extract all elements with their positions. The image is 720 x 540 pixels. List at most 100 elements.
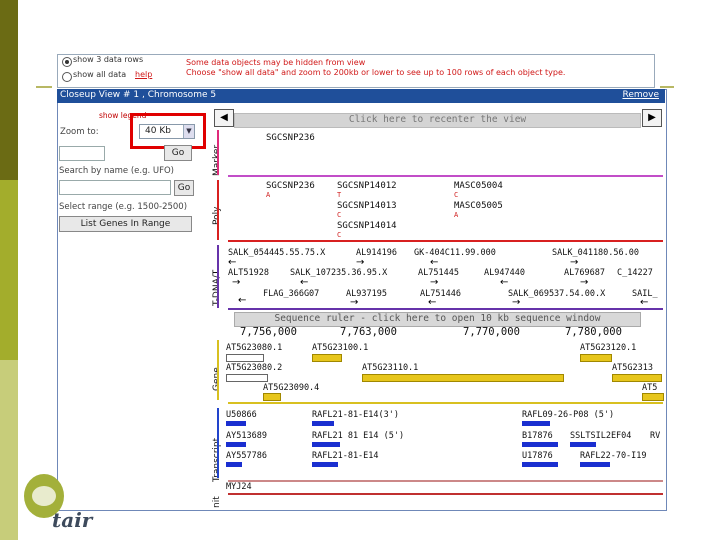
poly-item[interactable]: MASC05004	[454, 181, 503, 191]
transcript-item[interactable]: RV	[650, 431, 660, 441]
arrow-left-icon: ←	[238, 295, 247, 306]
transcript-item[interactable]: U17876	[522, 451, 553, 461]
arrow-right-icon: →	[580, 277, 589, 288]
transcript-model[interactable]	[522, 421, 550, 426]
tair-logo-text: tair	[52, 508, 93, 532]
poly-item[interactable]: SGCSNP14014	[337, 221, 397, 231]
transcript-model[interactable]	[522, 462, 558, 467]
slide-rule-left	[36, 86, 52, 88]
chevron-down-icon: ▼	[183, 125, 194, 138]
arrow-right-icon: →	[356, 257, 365, 268]
gene-item[interactable]: AT5G23100.1	[312, 343, 368, 353]
transcript-item[interactable]: RAFL21-81-E14(3')	[312, 410, 399, 420]
arrow-left-icon: ←	[428, 297, 437, 308]
transcript-model[interactable]	[226, 462, 242, 467]
transcript-item[interactable]: SSLTSIL2EF04	[570, 431, 631, 441]
tdna-item[interactable]: SALK_069537.54.00.X	[508, 289, 605, 299]
gene-divider	[228, 402, 663, 404]
ruler-tick: 7,763,000	[340, 326, 397, 338]
arrow-right-icon: →	[512, 297, 521, 308]
gene-model[interactable]	[642, 393, 664, 401]
arrow-left-icon: ←	[430, 257, 439, 268]
search-label: Search by name (e.g. UFO)	[59, 166, 175, 176]
gene-item[interactable]: AT5G23110.1	[362, 363, 418, 373]
zoom-select[interactable]: 40 Kb ▼	[139, 124, 195, 139]
show-all-data-radio[interactable]	[62, 72, 72, 82]
tdna-item[interactable]: GK-404C11.99.000	[414, 248, 496, 258]
slide-rule-right	[660, 86, 674, 88]
zoom-select-value: 40 Kb	[145, 126, 171, 136]
transcript-model[interactable]	[312, 442, 340, 447]
poly-allele-mark: A	[454, 211, 459, 219]
marker-label[interactable]: SGCSNP236	[266, 133, 315, 143]
transcript-item[interactable]: B17876	[522, 431, 553, 441]
gene-model[interactable]	[263, 393, 281, 401]
show-all-data-label: show all data	[73, 70, 127, 79]
poly-item[interactable]: MASC05005	[454, 201, 503, 211]
poly-item[interactable]: SGCSNP236	[266, 181, 315, 191]
gene-item[interactable]: AT5G23080.2	[226, 363, 282, 373]
tair-logo-flower	[32, 486, 56, 506]
range-label: Select range (e.g. 1500-2500)	[59, 202, 188, 212]
transcript-item[interactable]: RAFL22-70-I19	[580, 451, 647, 461]
show-3-rows-radio[interactable]	[62, 57, 72, 67]
marker-divider	[228, 175, 663, 177]
gene-item[interactable]: AT5G2313	[612, 363, 653, 373]
gene-item[interactable]: AT5G23080.1	[226, 343, 282, 353]
search-input[interactable]	[59, 180, 171, 195]
scroll-left-button[interactable]: ◀	[214, 109, 234, 127]
transcript-model[interactable]	[312, 462, 338, 467]
transcript-model[interactable]	[580, 462, 610, 467]
tdna-item[interactable]: FLAG_366G07	[263, 289, 319, 299]
track-label-unit: nit	[212, 496, 222, 508]
transcript-item[interactable]: RAFL09-26-P08 (5')	[522, 410, 614, 420]
scroll-right-button[interactable]: ▶	[642, 109, 662, 127]
help-link[interactable]: help	[135, 70, 152, 79]
poly-item[interactable]: SGCSNP14012	[337, 181, 397, 191]
arrow-left-icon: ←	[640, 297, 649, 308]
position-input[interactable]	[59, 146, 105, 161]
transcript-item[interactable]: RAFL21-81-E14	[312, 451, 379, 461]
tdna-item[interactable]: AL751446	[420, 289, 461, 299]
slide-side-bar-top	[0, 0, 18, 180]
gene-model[interactable]	[612, 374, 662, 382]
tdna-item[interactable]: SALK_054445.55.75.X	[228, 248, 325, 258]
gene-model[interactable]	[226, 374, 268, 382]
poly-allele-mark: A	[266, 191, 271, 199]
search-go-button[interactable]: Go	[174, 180, 194, 196]
tdna-item[interactable]: SALK_041180.56.00	[552, 248, 639, 258]
gene-model[interactable]	[362, 374, 564, 382]
transcript-item[interactable]: AY513689	[226, 431, 267, 441]
poly-allele-mark: T	[337, 191, 342, 199]
zoom-label: Zoom to:	[60, 127, 99, 137]
gene-model[interactable]	[226, 354, 264, 362]
list-genes-button[interactable]: List Genes In Range	[59, 216, 192, 232]
transcript-track-bar	[217, 408, 219, 478]
ruler-tick: 7,780,000	[565, 326, 622, 338]
tdna-item[interactable]: C_14227	[617, 268, 653, 278]
arrow-right-icon: →	[232, 277, 241, 288]
gene-item[interactable]: AT5G23090.4	[263, 383, 319, 393]
transcript-model[interactable]	[522, 442, 558, 447]
gene-item[interactable]: AT5	[642, 383, 657, 393]
gene-item[interactable]: AT5G23120.1	[580, 343, 636, 353]
transcript-item[interactable]: RAFL21 81 E14 (5')	[312, 431, 404, 441]
tdna-track-bar	[217, 245, 219, 308]
sequence-ruler-bar[interactable]: Sequence ruler - click here to open 10 k…	[234, 312, 641, 327]
transcript-model[interactable]	[312, 421, 334, 426]
zoom-go-button[interactable]: Go	[164, 145, 192, 161]
transcript-item[interactable]: U50866	[226, 410, 257, 420]
gene-model[interactable]	[580, 354, 612, 362]
tdna-item[interactable]: AL751445	[418, 268, 459, 278]
transcript-model[interactable]	[226, 421, 246, 426]
unit-item[interactable]: MYJ24	[226, 482, 252, 492]
recenter-bar[interactable]: Click here to recenter the view	[234, 113, 641, 128]
poly-allele-mark: C	[337, 211, 342, 219]
transcript-model[interactable]	[570, 442, 596, 447]
arrow-left-icon: ←	[500, 277, 509, 288]
transcript-item[interactable]: AY557786	[226, 451, 267, 461]
remove-link[interactable]: Remove	[622, 90, 659, 100]
transcript-model[interactable]	[226, 442, 246, 447]
poly-item[interactable]: SGCSNP14013	[337, 201, 397, 211]
gene-model[interactable]	[312, 354, 342, 362]
